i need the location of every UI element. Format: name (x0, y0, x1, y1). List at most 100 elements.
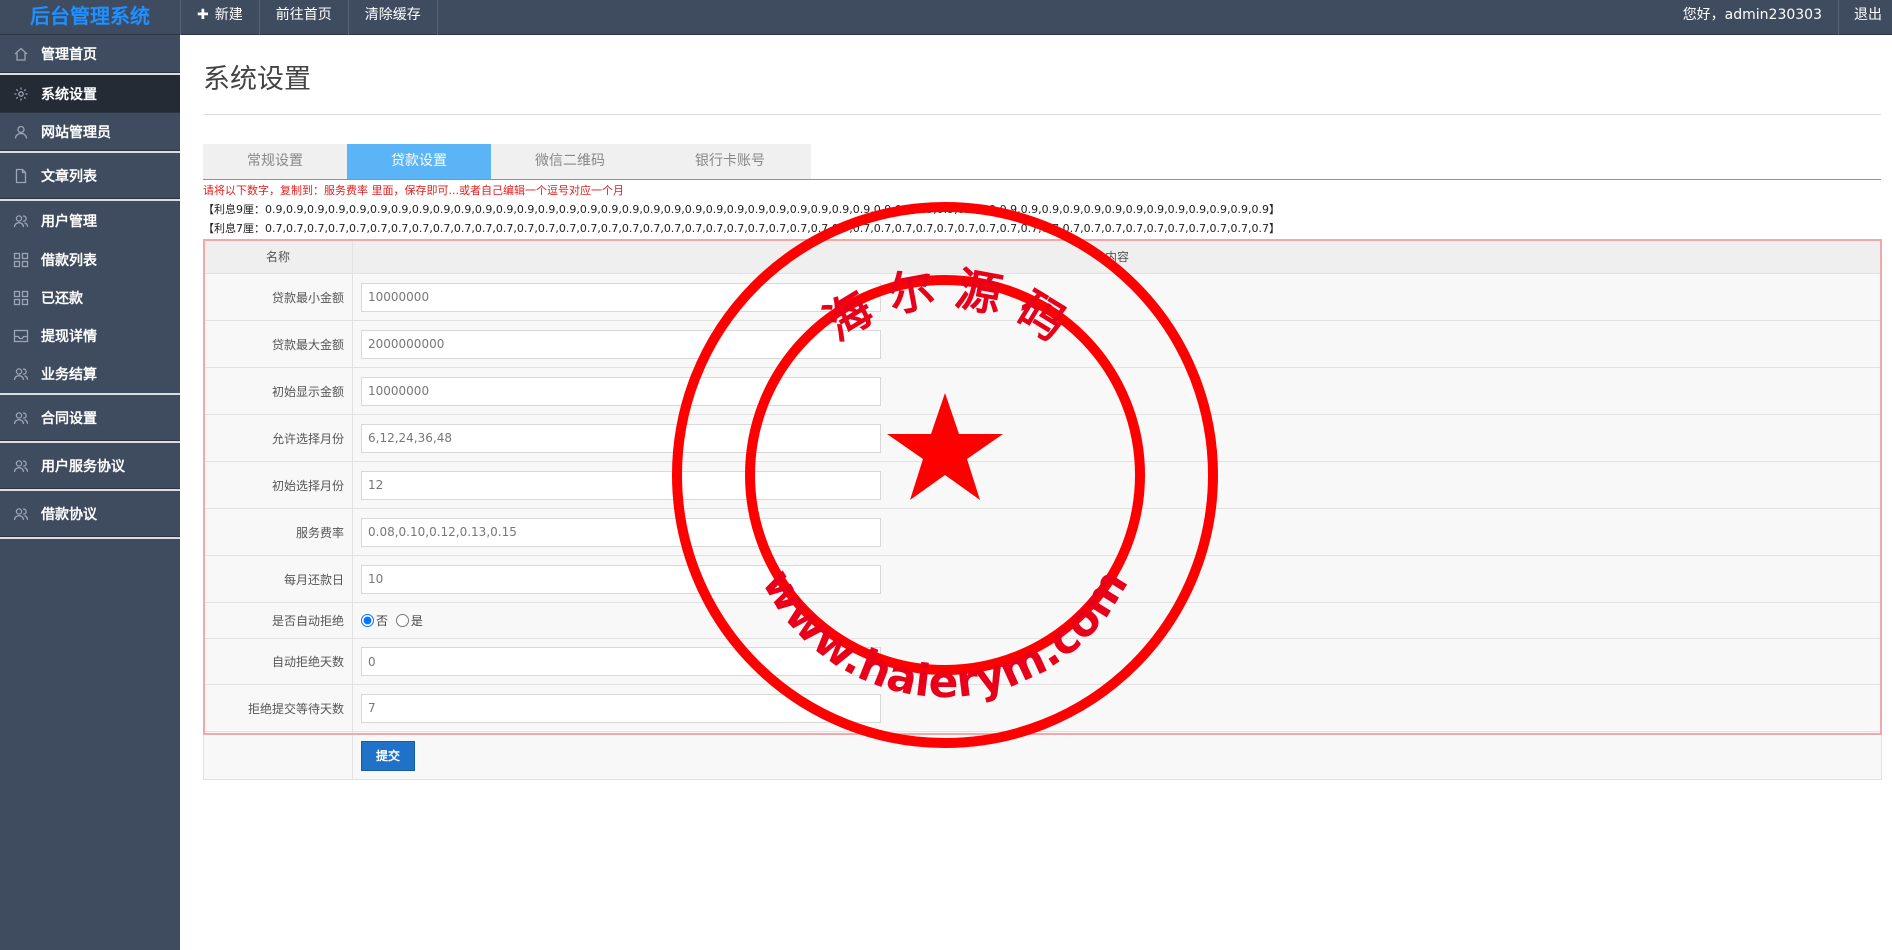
allowed-months-input[interactable] (361, 423, 881, 453)
tab-wechat-qr[interactable]: 微信二维码 (491, 144, 649, 179)
top-nav: ✚ 新建 前往首页 清除缓存 (180, 0, 438, 35)
sidebar-item-label: 用户管理 (41, 214, 97, 230)
user-icon (12, 123, 30, 141)
notice-rate-7: 【利息7厘：0.7,0.7,0.7,0.7,0.7,0.7,0.7,0.7,0.… (203, 222, 1281, 235)
clear-cache-button[interactable]: 清除缓存 (347, 0, 438, 35)
auto-reject-days-input[interactable] (361, 647, 881, 676)
notice-rate-9: 【利息9厘：0.9,0.9,0.9,0.9,0.9,0.9,0.9,0.9,0.… (203, 203, 1281, 216)
rate-notice: 请将以下数字，复制到：服务费率 里面，保存即可...或者自己编辑一个逗号对应一个… (203, 181, 1881, 238)
settings-tabs: 常规设置 贷款设置 微信二维码 银行卡账号 (203, 144, 1881, 180)
table-row: 允许选择月份 (203, 414, 1882, 462)
inbox-icon (12, 327, 30, 345)
document-icon (12, 167, 30, 185)
plus-icon: ✚ (197, 7, 209, 23)
service-rate-input[interactable] (361, 517, 881, 547)
table-row: 服务费率 (203, 508, 1882, 556)
sidebar-item-label: 借款协议 (41, 506, 97, 523)
sidebar-item-label: 网站管理员 (41, 124, 111, 141)
gear-icon (12, 85, 30, 103)
field-label: 贷款最小金额 (203, 273, 353, 321)
sidebar-item-label: 系统设置 (41, 86, 97, 103)
sidebar: 管理首页 系统设置 网站管理员 文章列表 用户管理 借款列表 已还款 提现详情 … (0, 35, 180, 950)
table-row: 提交 (203, 731, 1882, 780)
auto-reject-no-option[interactable]: 否 (361, 612, 388, 629)
users-icon (12, 457, 30, 475)
column-header-content: 内容 (352, 239, 1882, 274)
tab-bank-account[interactable]: 银行卡账号 (649, 144, 811, 179)
sidebar-item-system-settings[interactable]: 系统设置 (0, 75, 180, 113)
field-label: 每月还款日 (203, 555, 353, 603)
submit-button[interactable]: 提交 (361, 740, 415, 771)
sidebar-item-service-agreement[interactable]: 用户服务协议 (0, 443, 180, 489)
loan-max-amount-input[interactable] (361, 329, 881, 359)
table-row: 是否自动拒绝 否 是 (203, 602, 1882, 639)
auto-reject-yes-radio[interactable] (395, 613, 409, 627)
main-content: 系统设置 常规设置 贷款设置 微信二维码 银行卡账号 请将以下数字，复制到：服务… (203, 35, 1882, 780)
sidebar-item-label: 提现详情 (41, 329, 97, 345)
loan-settings-form: 名称 内容 贷款最小金额 贷款最大金额 初始显示金额 允许选择月份 初始选择月份 (203, 239, 1882, 780)
field-label: 拒绝提交等待天数 (203, 684, 353, 732)
field-label: 初始显示金额 (203, 367, 353, 415)
new-label: 新建 (214, 7, 243, 23)
users-icon (12, 409, 30, 427)
sidebar-item-users[interactable]: 用户管理 (0, 201, 180, 241)
sidebar-item-label: 用户服务协议 (41, 458, 125, 475)
loan-min-amount-input[interactable] (361, 282, 881, 312)
grid-icon (12, 251, 30, 269)
settings-table: 名称 内容 贷款最小金额 贷款最大金额 初始显示金额 允许选择月份 初始选择月份 (203, 239, 1882, 780)
home-icon (12, 45, 30, 63)
sidebar-item-loans[interactable]: 借款列表 (0, 241, 180, 279)
field-label: 初始选择月份 (203, 461, 353, 509)
logout-link[interactable]: 退出 (1838, 0, 1892, 35)
table-row: 自动拒绝天数 (203, 638, 1882, 685)
initial-month-input[interactable] (361, 470, 881, 500)
auto-reject-yes-option[interactable]: 是 (395, 612, 423, 629)
tab-general[interactable]: 常规设置 (203, 144, 347, 179)
column-header-name: 名称 (203, 239, 353, 274)
sidebar-item-home[interactable]: 管理首页 (0, 35, 180, 73)
auto-reject-no-radio[interactable] (361, 613, 374, 627)
sidebar-item-admins[interactable]: 网站管理员 (0, 113, 180, 151)
divider (0, 537, 180, 539)
sidebar-item-repaid[interactable]: 已还款 (0, 279, 180, 317)
goto-home-link[interactable]: 前往首页 (258, 0, 348, 35)
field-label: 贷款最大金额 (203, 320, 353, 368)
grid-icon (12, 289, 30, 307)
sidebar-item-label: 已还款 (41, 291, 83, 307)
sidebar-item-contract[interactable]: 合同设置 (0, 395, 180, 441)
field-label: 自动拒绝天数 (203, 638, 353, 685)
users-icon (12, 365, 30, 383)
sidebar-item-label: 业务结算 (41, 367, 97, 383)
table-row: 贷款最大金额 (203, 320, 1882, 368)
table-row: 初始显示金额 (203, 367, 1882, 415)
initial-amount-input[interactable] (361, 376, 881, 406)
sidebar-item-withdrawals[interactable]: 提现详情 (0, 317, 180, 355)
notice-instruction: 请将以下数字，复制到：服务费率 里面，保存即可...或者自己编辑一个逗号对应一个… (203, 184, 624, 197)
users-icon (12, 505, 30, 523)
field-label: 允许选择月份 (203, 414, 353, 462)
users-icon (12, 212, 30, 230)
table-header-row: 名称 内容 (203, 239, 1882, 274)
user-greeting: 您好，admin230303 (1682, 7, 1822, 23)
field-label: 服务费率 (203, 508, 353, 556)
sidebar-item-label: 管理首页 (41, 46, 97, 63)
table-row: 初始选择月份 (203, 461, 1882, 509)
sidebar-item-label: 合同设置 (41, 410, 97, 427)
page-title: 系统设置 (203, 57, 1881, 115)
repayment-day-input[interactable] (361, 564, 881, 594)
table-row: 拒绝提交等待天数 (203, 684, 1882, 732)
new-button[interactable]: ✚ 新建 (180, 0, 259, 35)
field-label: 是否自动拒绝 (203, 602, 353, 639)
brand-logo[interactable]: 后台管理系统 (0, 0, 180, 35)
top-right: 您好，admin230303 退出 (1667, 0, 1892, 35)
reject-wait-days-input[interactable] (361, 693, 881, 723)
sidebar-item-settlement[interactable]: 业务结算 (0, 355, 180, 393)
sidebar-item-articles[interactable]: 文章列表 (0, 153, 180, 199)
table-row: 每月还款日 (203, 555, 1882, 603)
table-row: 贷款最小金额 (203, 273, 1882, 321)
sidebar-item-loan-agreement[interactable]: 借款协议 (0, 491, 180, 537)
top-bar: 后台管理系统 ✚ 新建 前往首页 清除缓存 您好，admin230303 退出 (0, 0, 1892, 35)
sidebar-item-label: 借款列表 (41, 253, 97, 269)
tab-loan[interactable]: 贷款设置 (347, 144, 491, 179)
sidebar-item-label: 文章列表 (41, 168, 97, 185)
